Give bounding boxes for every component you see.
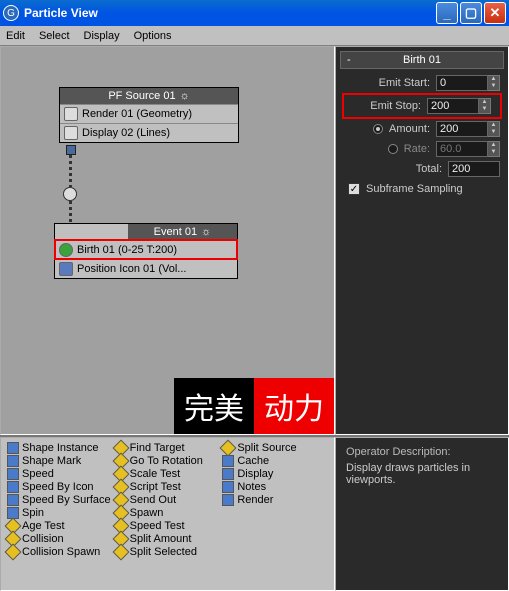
- operator-item[interactable]: Spin: [7, 507, 113, 519]
- event-title[interactable]: Event 01 ☼: [128, 224, 237, 240]
- emit-start-row: Emit Start: ▲▼: [336, 73, 508, 93]
- subframe-checkbox[interactable]: ✓: [348, 183, 360, 195]
- emit-start-input[interactable]: [436, 75, 488, 91]
- total-input: [448, 161, 500, 177]
- operator-icon: [7, 442, 19, 454]
- flow-canvas[interactable]: PF Source 01 ☼ Render 01 (Geometry) Disp…: [0, 46, 335, 435]
- menu-edit[interactable]: Edit: [6, 30, 25, 42]
- minimize-button[interactable]: _: [436, 2, 458, 24]
- total-field: [448, 161, 500, 177]
- window-titlebar: G Particle View _ ▢ ✕: [0, 0, 509, 26]
- emit-start-spinner[interactable]: ▲▼: [436, 75, 500, 91]
- output-handle[interactable]: [66, 145, 76, 155]
- operator-icon: [112, 544, 129, 561]
- operator-icon: [220, 440, 237, 457]
- spinner-arrows[interactable]: ▲▼: [488, 121, 500, 137]
- display-icon: [64, 126, 78, 140]
- lightbulb-icon: ☼: [180, 90, 190, 102]
- amount-row: Amount: ▲▼: [336, 119, 508, 139]
- spinner-arrows[interactable]: ▲▼: [488, 75, 500, 91]
- birth-operator-row[interactable]: Birth 01 (0-25 T:200): [55, 240, 237, 259]
- watermark: 完美 动力: [174, 378, 334, 434]
- operator-item[interactable]: Collision Spawn: [7, 546, 113, 558]
- operator-item[interactable]: Shape Instance: [7, 442, 113, 454]
- render-operator-row[interactable]: Render 01 (Geometry): [60, 104, 238, 123]
- rollout-header[interactable]: - Birth 01: [340, 51, 504, 69]
- maximize-button[interactable]: ▢: [460, 2, 482, 24]
- operator-item[interactable]: Age Test: [7, 520, 113, 532]
- flow-link: [69, 155, 72, 187]
- operator-item[interactable]: Send Out: [115, 494, 221, 506]
- operator-item[interactable]: Scale Test: [115, 468, 221, 480]
- rate-radio[interactable]: [388, 144, 398, 154]
- event-node[interactable]: Event 01 ☼ Birth 01 (0-25 T:200) Positio…: [54, 223, 238, 279]
- operator-item[interactable]: Split Amount: [115, 533, 221, 545]
- operator-item[interactable]: Shape Mark: [7, 455, 113, 467]
- operator-list[interactable]: Shape InstanceShape MarkSpeedSpeed By Ic…: [0, 437, 335, 591]
- operator-item[interactable]: Display: [222, 468, 328, 480]
- operator-item[interactable]: Speed Test: [115, 520, 221, 532]
- total-row: Total:: [336, 159, 508, 179]
- operator-icon: [7, 481, 19, 493]
- emit-stop-input[interactable]: [427, 98, 479, 114]
- emit-stop-spinner[interactable]: ▲▼: [427, 98, 491, 114]
- menu-select[interactable]: Select: [39, 30, 70, 42]
- rate-row: Rate: ▲▼: [336, 139, 508, 159]
- operator-item[interactable]: Render: [222, 494, 328, 506]
- parameters-panel: - Birth 01 Emit Start: ▲▼ Emit Stop: ▲▼ …: [335, 46, 509, 435]
- position-operator-row[interactable]: Position Icon 01 (Vol...: [55, 259, 237, 278]
- operator-item[interactable]: Cache: [222, 455, 328, 467]
- description-heading: Operator Description:: [346, 446, 498, 458]
- menu-options[interactable]: Options: [134, 30, 172, 42]
- lightbulb-icon: ☼: [201, 226, 211, 238]
- subframe-row: ✓ Subframe Sampling: [336, 179, 508, 199]
- operator-icon: [7, 468, 19, 480]
- operator-icon: [5, 544, 22, 561]
- amount-input[interactable]: [436, 121, 488, 137]
- close-button[interactable]: ✕: [484, 2, 506, 24]
- operator-item[interactable]: Go To Rotation: [115, 455, 221, 467]
- spinner-arrows: ▲▼: [488, 141, 500, 157]
- collapse-icon: -: [347, 54, 351, 66]
- app-icon: G: [3, 5, 19, 21]
- operator-item[interactable]: Split Selected: [115, 546, 221, 558]
- menu-bar: Edit Select Display Options: [0, 26, 509, 46]
- operator-icon: [222, 494, 234, 506]
- pf-source-title[interactable]: PF Source 01 ☼: [60, 88, 238, 104]
- operator-icon: [7, 494, 19, 506]
- window-title: Particle View: [24, 6, 434, 20]
- operator-icon: [222, 455, 234, 467]
- flow-link-2: [69, 201, 72, 223]
- operator-item[interactable]: Split Source: [222, 442, 328, 454]
- amount-radio[interactable]: [373, 124, 383, 134]
- render-icon: [64, 107, 78, 121]
- operator-icon: [222, 481, 234, 493]
- operator-item[interactable]: Spawn: [115, 507, 221, 519]
- event-input-circle[interactable]: [63, 187, 77, 201]
- operator-item[interactable]: Speed By Icon: [7, 481, 113, 493]
- operator-icon: [7, 455, 19, 467]
- emit-stop-row: Emit Stop: ▲▼: [345, 96, 499, 116]
- description-panel: Operator Description: Display draws part…: [335, 437, 509, 591]
- rate-spinner: ▲▼: [436, 141, 500, 157]
- menu-display[interactable]: Display: [84, 30, 120, 42]
- rate-input: [436, 141, 488, 157]
- description-body: Display draws particles in viewports.: [346, 462, 498, 486]
- operator-depot: Shape InstanceShape MarkSpeedSpeed By Ic…: [0, 435, 509, 591]
- emit-stop-highlight: Emit Stop: ▲▼: [342, 93, 502, 119]
- operator-item[interactable]: Find Target: [115, 442, 221, 454]
- operator-item[interactable]: Speed: [7, 468, 113, 480]
- operator-item[interactable]: Notes: [222, 481, 328, 493]
- position-icon: [59, 262, 73, 276]
- pf-source-node[interactable]: PF Source 01 ☼ Render 01 (Geometry) Disp…: [59, 87, 239, 143]
- display-operator-row[interactable]: Display 02 (Lines): [60, 123, 238, 142]
- operator-item[interactable]: Script Test: [115, 481, 221, 493]
- spinner-arrows[interactable]: ▲▼: [479, 98, 491, 114]
- operator-icon: [222, 468, 234, 480]
- birth-icon: [59, 243, 73, 257]
- operator-item[interactable]: Speed By Surface: [7, 494, 113, 506]
- amount-spinner[interactable]: ▲▼: [436, 121, 500, 137]
- operator-item[interactable]: Collision: [7, 533, 113, 545]
